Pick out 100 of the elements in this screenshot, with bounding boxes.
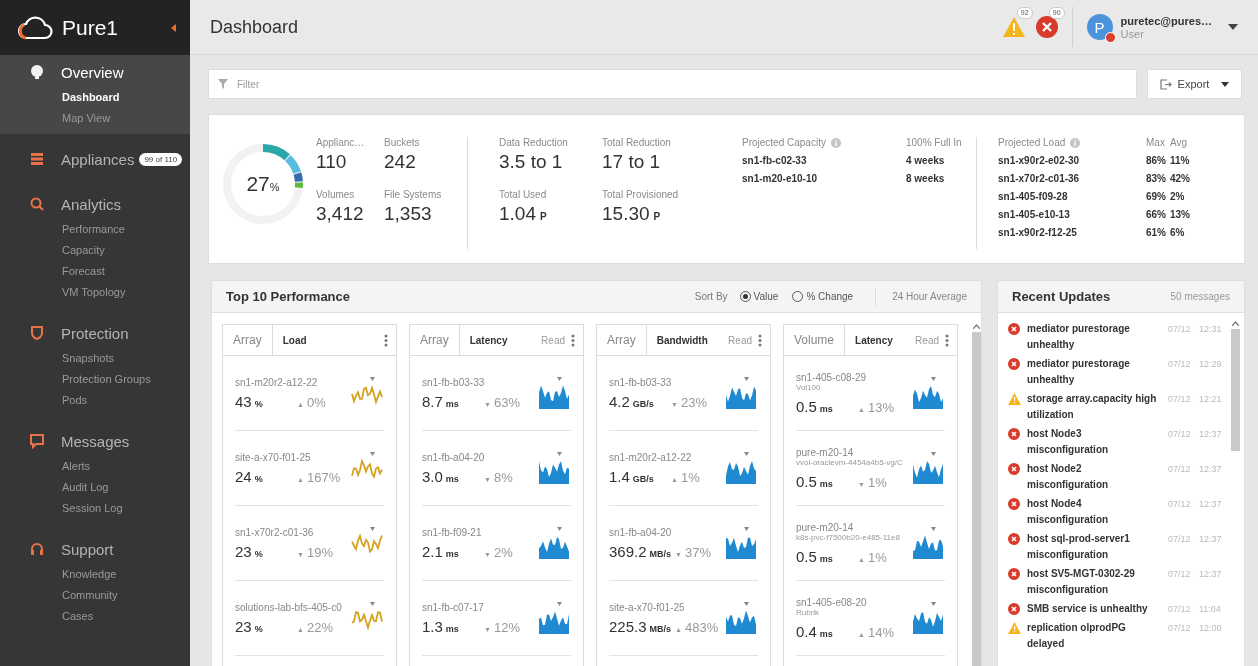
entity-label: Array bbox=[223, 325, 273, 355]
export-button[interactable]: Export bbox=[1147, 69, 1242, 99]
nav-item[interactable]: Forecast bbox=[62, 265, 105, 277]
nav-item[interactable]: Performance bbox=[62, 223, 125, 235]
item-name: sn1-fb-b03-33 bbox=[609, 376, 673, 388]
nav-section-title[interactable]: Protection bbox=[61, 324, 129, 342]
update-date: 07/12 bbox=[1168, 568, 1192, 581]
update-text[interactable]: host SV5-MGT-0302-29 misconfiguration bbox=[1027, 566, 1163, 598]
nav-item[interactable]: VM Topology bbox=[62, 286, 126, 298]
more-menu-icon[interactable] bbox=[756, 333, 764, 347]
change-percent: 1% bbox=[867, 549, 887, 565]
error-icon bbox=[1008, 428, 1020, 440]
user-avatar[interactable]: P bbox=[1086, 14, 1113, 40]
update-date: 07/12 bbox=[1168, 463, 1192, 476]
scroll-up-icon[interactable] bbox=[972, 324, 980, 329]
metric-value: 24 % bbox=[235, 467, 264, 485]
table-cell-text: sn1-x90r2-e02-30 bbox=[998, 154, 1081, 168]
stat-value: 1.04 P bbox=[499, 203, 548, 225]
change-percent: 8% bbox=[493, 469, 513, 485]
scrollbar-thumb[interactable] bbox=[1230, 329, 1240, 451]
scrollbar-thumb[interactable] bbox=[971, 332, 981, 666]
mode-label: Read bbox=[728, 334, 752, 346]
server-icon[interactable] bbox=[29, 151, 45, 167]
table-cell-text: 86% bbox=[1146, 154, 1167, 168]
column-header: 100% Full In bbox=[906, 137, 963, 148]
error-icon bbox=[1008, 463, 1020, 475]
change-percent: 23% bbox=[680, 394, 707, 410]
nav-item[interactable]: Cases bbox=[62, 610, 94, 622]
nav-section-title[interactable]: Overview bbox=[61, 63, 124, 81]
nav-section-title[interactable]: Messages bbox=[61, 432, 130, 450]
page-title: Dashboard bbox=[210, 16, 300, 38]
update-date: 07/12 bbox=[1168, 323, 1192, 336]
update-text[interactable]: SMB service is unhealthy bbox=[1027, 601, 1163, 617]
error-icon bbox=[1008, 358, 1020, 370]
nav-item[interactable]: Alerts bbox=[62, 460, 91, 472]
table-cell-text: sn1-x70r2-c01-36 bbox=[998, 172, 1081, 186]
more-menu-icon[interactable] bbox=[382, 333, 390, 347]
nav-item[interactable]: Knowledge bbox=[62, 568, 117, 580]
chat-icon[interactable] bbox=[29, 433, 45, 449]
mode-label: Read bbox=[915, 334, 939, 346]
update-date: 07/12 bbox=[1168, 358, 1192, 371]
error-icon[interactable] bbox=[1035, 16, 1058, 38]
item-name: sn1-405-c08-29 bbox=[796, 371, 868, 383]
dashboard-icon[interactable] bbox=[29, 64, 45, 80]
entity-label: Volume bbox=[784, 325, 846, 355]
update-time: 12:29 bbox=[1199, 358, 1223, 371]
stat-value: 15.30 P bbox=[602, 203, 662, 225]
nav-item[interactable]: Session Log bbox=[62, 502, 123, 514]
metric-value: 8.7 ms bbox=[422, 392, 460, 410]
entity-label: Array bbox=[597, 325, 647, 355]
nav-item[interactable]: Audit Log bbox=[62, 481, 109, 493]
update-time: 12:37 bbox=[1199, 463, 1223, 476]
nav-item[interactable]: Dashboard bbox=[62, 91, 120, 103]
radio-label[interactable]: Value bbox=[753, 291, 779, 302]
user-name: puretec@pures… bbox=[1120, 14, 1212, 27]
nav-item[interactable]: Protection Groups bbox=[62, 373, 151, 385]
item-name: sn1-fb-f09-21 bbox=[422, 526, 483, 538]
update-time: 12:37 bbox=[1199, 568, 1223, 581]
item-name: sn1-fb-b03-33 bbox=[422, 376, 486, 388]
caret-icon bbox=[1221, 81, 1230, 87]
magnifier-icon[interactable] bbox=[29, 196, 45, 212]
more-menu-icon[interactable] bbox=[943, 333, 951, 347]
table-cell-text: sn1-fb-c02-33 bbox=[742, 154, 808, 168]
item-name: pure-m20-14 bbox=[796, 446, 854, 458]
metric-value: 1.4 GB/s bbox=[609, 467, 655, 485]
metric-value: 3.0 ms bbox=[422, 467, 460, 485]
nav-item[interactable]: Map View bbox=[62, 112, 111, 124]
filter-field[interactable]: Filter bbox=[208, 69, 1137, 99]
change-percent: 2% bbox=[493, 544, 513, 560]
nav-item[interactable]: Pods bbox=[62, 394, 88, 406]
metric-label: Latency bbox=[469, 334, 509, 346]
nav-item[interactable]: Capacity bbox=[62, 244, 105, 256]
shield-icon[interactable] bbox=[29, 325, 45, 341]
nav-section-title[interactable]: Appliances bbox=[61, 150, 135, 168]
metric-value: 1.3 ms bbox=[422, 617, 460, 635]
item-detail: Rubrik bbox=[796, 607, 821, 617]
metric-value: 225.3 MB/s bbox=[609, 617, 672, 635]
nav-section-title[interactable]: Support bbox=[61, 540, 114, 558]
table-cell-text: sn1-x90r2-f12-25 bbox=[998, 226, 1078, 240]
count-badge: 99 of 110 bbox=[139, 152, 183, 166]
nav-item[interactable]: Community bbox=[62, 589, 118, 601]
table-cell-text: 13% bbox=[1170, 208, 1191, 222]
metric-value: 2.1 ms bbox=[422, 542, 460, 560]
scroll-up-icon[interactable] bbox=[1231, 321, 1239, 326]
table-cell-text: 11% bbox=[1170, 154, 1191, 168]
more-menu-icon[interactable] bbox=[569, 333, 577, 347]
table-cell-text: 42% bbox=[1170, 172, 1191, 186]
change-percent: 63% bbox=[493, 394, 520, 410]
update-time: 12:37 bbox=[1199, 498, 1223, 511]
nav-section-title[interactable]: Analytics bbox=[61, 195, 122, 213]
change-percent: 14% bbox=[867, 624, 894, 640]
update-time: 12:00 bbox=[1199, 622, 1223, 635]
nav-item[interactable]: Snapshots bbox=[62, 352, 114, 364]
headset-icon[interactable] bbox=[29, 541, 45, 557]
item-detail: vvol-oraclevm-4454a4b5-vg/C bbox=[796, 457, 903, 467]
update-text[interactable]: replication olprodPG delayed bbox=[1027, 620, 1163, 652]
item-name: sn1-405-e08-20 bbox=[796, 596, 868, 608]
collapse-caret-icon[interactable] bbox=[171, 23, 176, 32]
radio-label[interactable]: % Change bbox=[806, 291, 854, 302]
stat-value: 17 to 1 bbox=[602, 151, 662, 173]
